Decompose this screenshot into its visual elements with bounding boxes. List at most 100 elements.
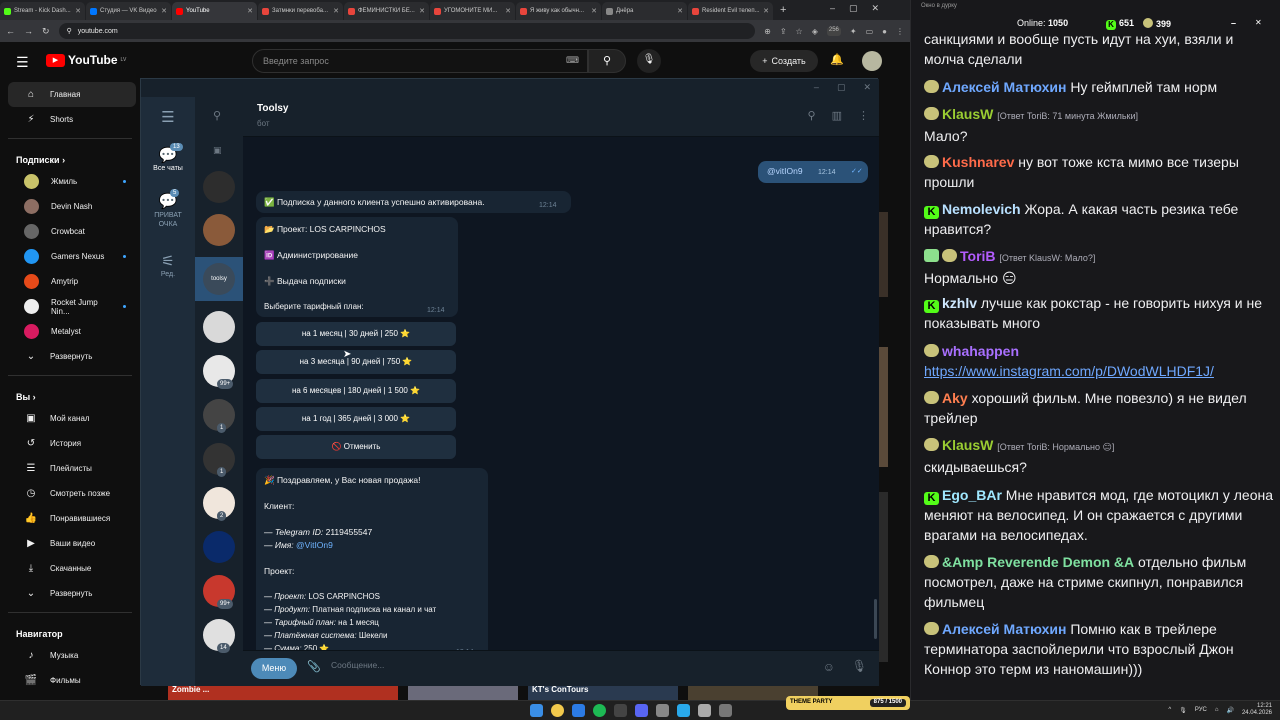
browser-tab[interactable]: Затмнки перевоба... ✕ xyxy=(258,2,343,20)
chat-avatar[interactable] xyxy=(203,171,235,203)
archive-icon[interactable]: ▣ xyxy=(213,145,222,156)
site-info-icon[interactable]: ⚲ xyxy=(67,27,72,35)
folder-edit[interactable]: ⚟ Ред. xyxy=(141,253,195,278)
steam-icon[interactable] xyxy=(572,704,585,717)
mic-icon[interactable]: 🎙 xyxy=(852,659,867,673)
chat-username[interactable]: KlausW xyxy=(942,106,993,122)
search-icon[interactable]: ⚲ xyxy=(213,109,221,122)
telegram-icon[interactable] xyxy=(677,704,690,717)
sidebar-item-you[interactable]: 👍 Понравившиеся xyxy=(8,506,136,531)
volume-icon[interactable]: 🔊 xyxy=(1226,707,1233,714)
sidebar-subscription[interactable]: Metalyst xyxy=(8,319,136,344)
puzzle-icon[interactable]: ✦ xyxy=(850,27,857,36)
close-icon[interactable]: ✕ xyxy=(863,82,871,93)
sidebar-expand[interactable]: ⌄ Развернуть xyxy=(8,344,136,369)
network-icon[interactable]: ⌂ xyxy=(1215,707,1219,713)
chat-username[interactable]: Aky xyxy=(942,390,968,406)
you-heading[interactable]: Вы › xyxy=(0,382,140,406)
chat-username[interactable]: Алексей Матюхин xyxy=(942,621,1066,637)
browser-tab[interactable]: Stream - Kick Dash... ✕ xyxy=(0,2,85,20)
minimize-icon[interactable]: – xyxy=(814,82,819,93)
create-button[interactable]: + Создать xyxy=(750,50,818,72)
cancel-button[interactable]: 🚫 Отменить xyxy=(256,435,456,459)
search-icon[interactable]: ⚲ xyxy=(808,109,816,122)
profile-icon[interactable]: ● xyxy=(882,27,887,36)
attach-icon[interactable]: 📎 xyxy=(307,660,321,673)
browser-tab[interactable]: Resident Evil телеп... ✕ xyxy=(688,2,773,20)
sidebar-item-shorts[interactable]: ⚡ Shorts xyxy=(8,107,136,132)
browser-tab[interactable]: ФЕМИНИСТКИ БЕ... ✕ xyxy=(344,2,429,20)
sidebar-item-navigator[interactable]: ♪ Музыка xyxy=(8,643,136,668)
navigator-heading[interactable]: Навигатор xyxy=(0,619,140,643)
tab-close-icon[interactable]: ✕ xyxy=(761,7,769,15)
browser-tab[interactable]: Днёра ✕ xyxy=(602,2,687,20)
app-icon[interactable] xyxy=(719,704,732,717)
incoming-message[interactable]: 📂 Проект: LOS CARPINCHOS 🆔 Администриров… xyxy=(256,217,458,317)
sidebar-subscription[interactable]: Amytrip xyxy=(8,269,136,294)
tray-chevron-icon[interactable]: ^ xyxy=(1168,707,1171,713)
menu-icon[interactable]: ☰ xyxy=(16,54,29,71)
sidebar-item-you[interactable]: ↺ История xyxy=(8,431,136,456)
video-thumbnail[interactable] xyxy=(878,212,888,297)
chat-username[interactable]: kzhlv xyxy=(942,295,977,311)
plan-button-1-month[interactable]: на 1 месяц | 30 дней | 250 ⭐ xyxy=(256,322,456,346)
sidebar-toggle-icon[interactable]: ▥ xyxy=(832,109,842,122)
sidebar-subscription[interactable]: Gamers Nexus xyxy=(8,244,136,269)
folder-private[interactable]: 💬 5 ПРИВАТ ОЧКА xyxy=(141,189,195,229)
keyboard-icon[interactable]: ⌨ xyxy=(566,55,579,66)
plan-button-1-year[interactable]: на 1 год | 365 дней | 3 000 ⭐ xyxy=(256,407,456,431)
chat-avatar[interactable] xyxy=(203,531,235,563)
chat-username[interactable]: whahappen xyxy=(942,343,1019,359)
sidebar-item-you[interactable]: ☰ Плейлисты xyxy=(8,456,136,481)
maximize-icon[interactable]: ▢ xyxy=(849,3,858,14)
browser-tab[interactable]: Я живу как обычн... ✕ xyxy=(516,2,601,20)
chat-username[interactable]: Алексей Матюхин xyxy=(942,79,1066,95)
sidebar-item-you[interactable]: ⤓ Скачанные xyxy=(8,556,136,581)
notifications-bell-icon[interactable]: 🔔 xyxy=(830,53,844,66)
sidebar-item-you[interactable]: ▶ Ваши видео xyxy=(8,531,136,556)
minimize-icon[interactable]: – xyxy=(830,3,835,14)
share-icon[interactable]: ⇪ xyxy=(780,27,787,36)
search-button[interactable]: ⚲ xyxy=(588,49,626,73)
tab-close-icon[interactable]: ✕ xyxy=(503,7,511,15)
language-indicator[interactable]: РУС xyxy=(1195,707,1207,713)
tab-close-icon[interactable]: ✕ xyxy=(417,7,425,15)
name-link[interactable]: @VitIOn9 xyxy=(296,540,333,550)
video-thumbnail[interactable] xyxy=(878,492,888,662)
folder-all-chats[interactable]: 💬 13 Все чаты xyxy=(141,143,195,172)
zoom-icon[interactable]: ⊕ xyxy=(764,27,771,36)
youtube-logo[interactable]: ▶ YouTube LV xyxy=(46,53,126,67)
bookmark-star-icon[interactable]: ☆ xyxy=(796,27,803,36)
minimize-icon[interactable]: – xyxy=(1231,18,1236,28)
incoming-message[interactable]: 🎉 Поздравляем, у Вас новая продажа! Клие… xyxy=(256,468,488,660)
obs-icon[interactable] xyxy=(614,704,627,717)
clock[interactable]: 12:21 24.04.2026 xyxy=(1242,703,1272,717)
chat-username[interactable]: KlausW xyxy=(942,437,993,453)
close-icon[interactable]: ✕ xyxy=(1255,18,1262,27)
more-icon[interactable]: ⋮ xyxy=(858,109,869,122)
reload-icon[interactable]: ↻ xyxy=(42,26,50,37)
sidebar-item-you[interactable]: ▣ Мой канал xyxy=(8,406,136,431)
sidebar-subscription[interactable]: Devin Nash xyxy=(8,194,136,219)
tab-close-icon[interactable]: ✕ xyxy=(73,7,81,15)
app-icon[interactable] xyxy=(698,704,711,717)
emoji-icon[interactable]: ☺ xyxy=(823,660,835,674)
bot-menu-button[interactable]: Меню xyxy=(251,658,297,679)
discord-icon[interactable] xyxy=(635,704,648,717)
plan-button-6-months[interactable]: на 6 месяцев | 180 дней | 1 500 ⭐ xyxy=(256,379,456,403)
scrollbar-thumb[interactable] xyxy=(874,599,877,639)
video-thumbnail[interactable] xyxy=(878,347,888,467)
chat-avatar[interactable] xyxy=(203,214,235,246)
spotify-icon[interactable] xyxy=(593,704,606,717)
sidebar-expand[interactable]: ⌄ Развернуть xyxy=(8,581,136,606)
mic-icon[interactable]: 🎙 xyxy=(1179,707,1187,714)
tab-close-icon[interactable]: ✕ xyxy=(589,7,597,15)
sidebar-item-home[interactable]: ⌂ Главная xyxy=(8,82,136,107)
search-input[interactable]: Введите запрос ⌨ xyxy=(252,49,588,73)
hamburger-menu[interactable]: ☰ xyxy=(141,109,195,127)
plan-button-3-months[interactable]: на 3 месяца | 90 дней | 750 ⭐ xyxy=(256,350,456,374)
url-field[interactable]: ⚲ youtube.com xyxy=(58,23,756,39)
chat-link[interactable]: https://www.instagram.com/p/DWodWLHDF1J/ xyxy=(924,363,1214,379)
tab-close-icon[interactable]: ✕ xyxy=(675,7,683,15)
chat-username[interactable]: Nemolevich xyxy=(942,201,1021,217)
